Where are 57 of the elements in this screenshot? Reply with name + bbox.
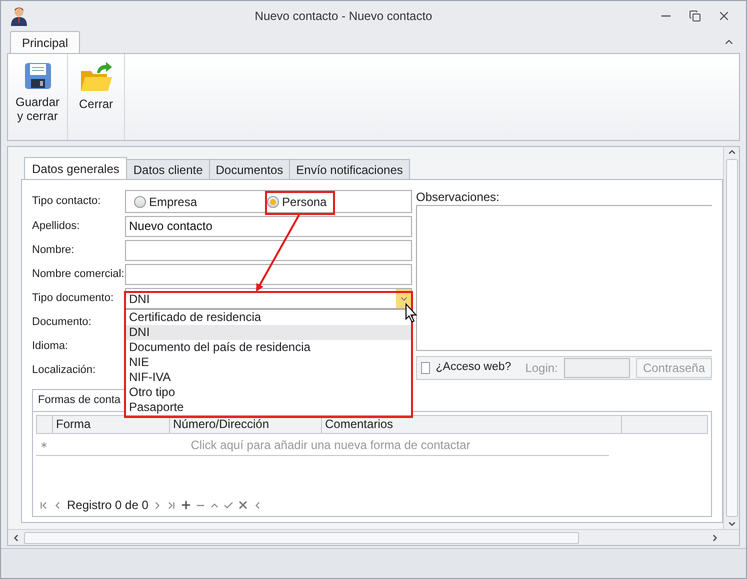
- dropdown-option[interactable]: Documento del país de residencia: [126, 340, 411, 355]
- confirm-icon[interactable]: [223, 500, 234, 510]
- close-icon[interactable]: [717, 9, 731, 23]
- scroll-down-icon[interactable]: [726, 519, 736, 529]
- column-header[interactable]: Forma: [53, 416, 170, 433]
- close-button[interactable]: Cerrar: [68, 54, 125, 140]
- field-label: Apellidos:: [32, 219, 81, 234]
- scroll-up-icon[interactable]: [726, 147, 736, 157]
- new-row-icon: [39, 440, 49, 450]
- tab[interactable]: Documentos: [208, 159, 290, 179]
- field-label: Observaciones:: [416, 190, 500, 205]
- add-icon[interactable]: [180, 499, 192, 511]
- tab[interactable]: Envío notificaciones: [289, 159, 410, 179]
- field-label: Nombre:: [32, 243, 76, 258]
- save-button[interactable]: Guardar y cerrar: [8, 54, 68, 140]
- field-label: Tipo documento:: [32, 291, 115, 306]
- field-label: Tipo contacto:: [32, 194, 102, 209]
- dropdown-option[interactable]: NIE: [126, 355, 411, 370]
- login-field[interactable]: [564, 358, 630, 378]
- field-label: Documento:: [32, 315, 92, 330]
- scroll-right-icon[interactable]: [710, 532, 720, 542]
- radio-option[interactable]: Persona: [265, 192, 329, 210]
- window-title: Nuevo contacto - Nuevo contacto: [254, 8, 434, 25]
- field-label: Localización:: [32, 363, 97, 378]
- scrollbar-thumb[interactable]: [24, 532, 579, 544]
- field-label: Login:: [525, 360, 558, 377]
- tab[interactable]: Datos cliente: [126, 159, 210, 179]
- ribbon-tab[interactable]: Principal: [10, 31, 80, 53]
- radio-option[interactable]: Empresa: [132, 192, 200, 210]
- text-field[interactable]: [125, 240, 412, 261]
- highlight-frame: [265, 191, 335, 215]
- last-record-icon[interactable]: [166, 500, 178, 510]
- dropdown-option[interactable]: Pasaporte: [126, 400, 411, 415]
- restore-icon[interactable]: [689, 10, 701, 22]
- checkbox[interactable]: [421, 362, 430, 374]
- first-record-icon[interactable]: [38, 500, 49, 510]
- scrollbar-thumb[interactable]: [726, 159, 738, 517]
- column-header[interactable]: Comentarios: [322, 416, 622, 433]
- checkbox-label: ¿Acceso web?: [436, 360, 512, 376]
- text-field[interactable]: Nuevo contacto: [125, 216, 412, 237]
- vertical-scrollbar[interactable]: [723, 147, 739, 529]
- group-tab[interactable]: Formas de conta: [32, 389, 127, 411]
- field-label: Idioma:: [32, 339, 70, 354]
- folder-arrow-icon: [79, 61, 113, 93]
- horizontal-scrollbar[interactable]: [8, 529, 739, 545]
- radio-icon[interactable]: [267, 196, 280, 208]
- column-header[interactable]: Número/Dirección: [170, 416, 322, 433]
- radio-icon[interactable]: [134, 196, 146, 208]
- field-label: Nombre comercial:: [32, 267, 125, 282]
- scroll-left-icon[interactable]: [11, 532, 21, 542]
- dropdown-option[interactable]: NIF-IVA: [126, 370, 411, 385]
- user-icon: [10, 6, 28, 26]
- cancel-icon[interactable]: [237, 499, 250, 511]
- text-field[interactable]: [125, 264, 412, 285]
- dropdown-option[interactable]: DNI: [126, 325, 411, 340]
- tab[interactable]: Datos generales: [24, 157, 128, 179]
- dropdown-option[interactable]: Otro tipo: [126, 385, 411, 400]
